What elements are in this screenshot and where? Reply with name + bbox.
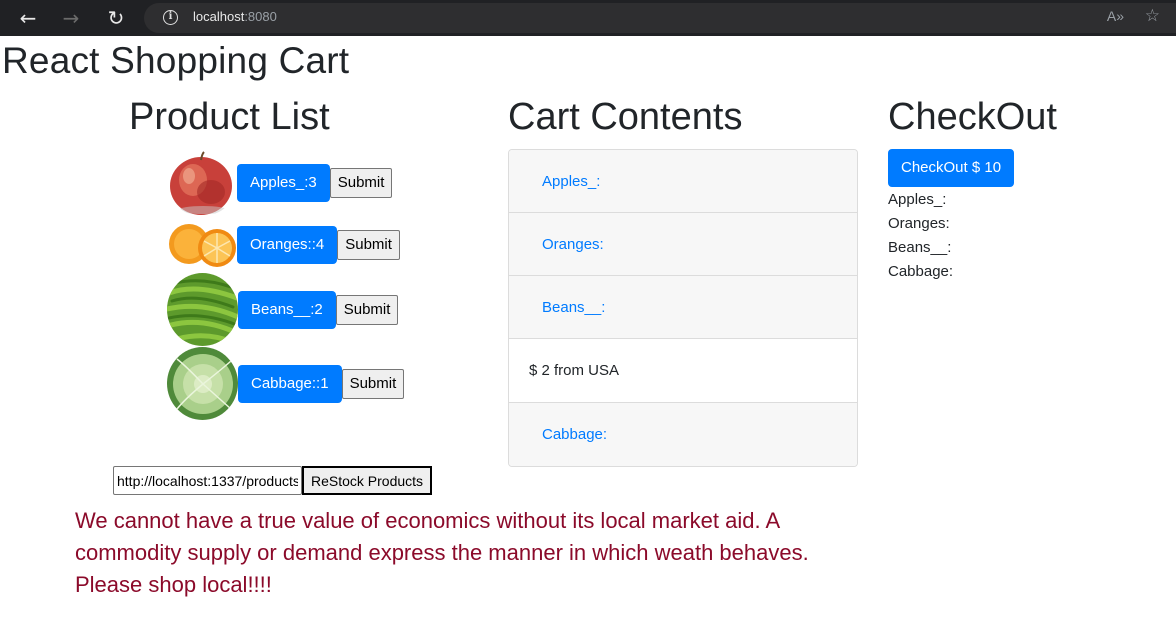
cart-item-oranges[interactable]: Oranges: — [509, 213, 857, 276]
checkout-line-beans: Beans__: — [888, 239, 952, 256]
cabbage-image — [167, 347, 238, 420]
checkout-line-apples: Apples_: — [888, 191, 947, 208]
url-text[interactable]: localhost:8080 — [193, 9, 277, 24]
product-row-beans: Beans__:2 Submit — [167, 273, 399, 346]
checkout-line-cabbage: Cabbage: — [888, 263, 954, 280]
restock-button[interactable]: ReStock Products — [302, 466, 433, 495]
read-aloud-icon[interactable]: A» — [1107, 8, 1124, 24]
cart-item-cabbage[interactable]: Cabbage: — [509, 403, 857, 466]
page-title: React Shopping Cart — [2, 40, 350, 81]
restock-url-input[interactable] — [113, 466, 302, 495]
beans-image — [167, 273, 238, 346]
product-row-apples: Apples_:3 Submit — [167, 150, 393, 216]
beans-button[interactable]: Beans__:2 — [238, 290, 336, 329]
shop-local-message: We cannot have a true value of economics… — [75, 508, 809, 597]
forward-icon[interactable]: → — [59, 6, 83, 30]
cart-item-apples[interactable]: Apples_: — [509, 150, 857, 213]
orange-image — [167, 218, 237, 272]
product-row-oranges: Oranges::4 Submit — [167, 218, 400, 272]
apple-image — [167, 150, 237, 216]
browser-toolbar: ← → ↻ i localhost:8080 A» ☆ — [0, 0, 1176, 36]
back-icon[interactable]: ← — [16, 6, 40, 30]
url-port: :8080 — [244, 9, 277, 24]
product-row-cabbage: Cabbage::1 Submit — [167, 347, 405, 420]
apples-submit-button[interactable]: Submit — [329, 168, 393, 198]
cart-item-beans[interactable]: Beans__: — [509, 276, 857, 339]
oranges-button[interactable]: Oranges::4 — [237, 226, 338, 264]
cart-list: Apples_: Oranges: Beans__: $ 2 from USA … — [508, 149, 858, 467]
checkout-title: CheckOut — [888, 96, 1057, 138]
address-bar[interactable]: i localhost:8080 A» ☆ — [144, 3, 1176, 33]
oranges-submit-button[interactable]: Submit — [337, 230, 400, 260]
apples-button[interactable]: Apples_:3 — [237, 164, 330, 202]
refresh-icon[interactable]: ↻ — [104, 6, 128, 30]
favorite-icon[interactable]: ☆ — [1145, 6, 1160, 26]
cart-contents-title: Cart Contents — [508, 96, 743, 138]
checkout-line-oranges: Oranges: — [888, 215, 950, 232]
cabbage-button[interactable]: Cabbage::1 — [238, 364, 342, 403]
cabbage-submit-button[interactable]: Submit — [341, 368, 405, 399]
cart-item-detail: $ 2 from USA — [509, 339, 857, 403]
info-icon[interactable]: i — [163, 10, 178, 25]
restock-form: ReStock Products — [113, 466, 433, 495]
checkout-summary: Apples_: Oranges: Beans__: Cabbage: — [888, 188, 953, 284]
beans-submit-button[interactable]: Submit — [335, 294, 399, 325]
checkout-button[interactable]: CheckOut $ 10 — [888, 149, 1015, 187]
product-list-title: Product List — [129, 96, 330, 138]
url-host: localhost — [193, 9, 245, 24]
